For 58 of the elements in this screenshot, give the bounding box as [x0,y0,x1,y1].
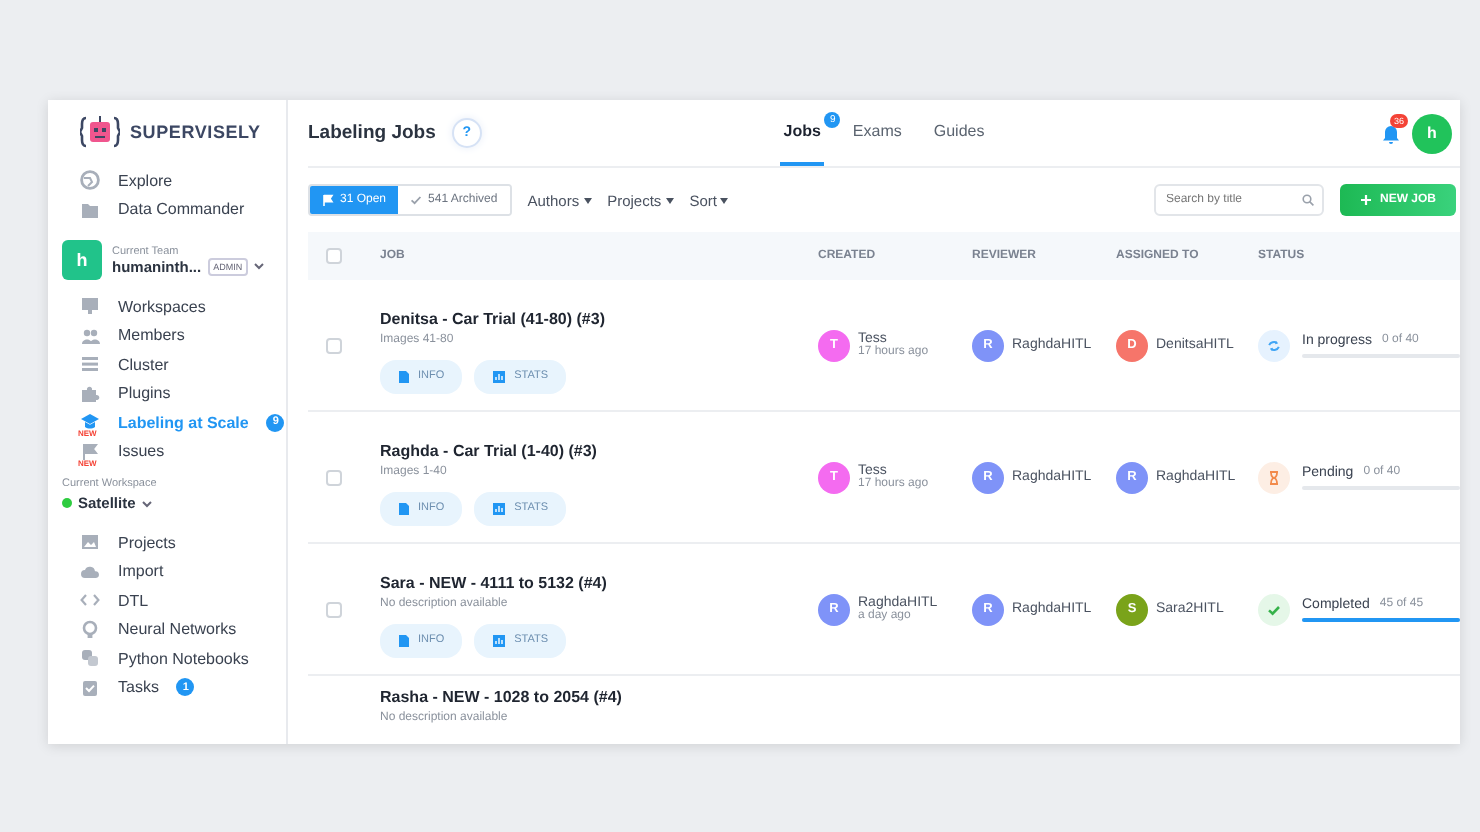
monitor-icon [80,296,100,317]
job-title[interactable]: Sara - NEW - 4111 to 5132 (#4) [380,573,607,591]
clipboard-icon [80,677,100,698]
sidebar-item[interactable]: Data Commander [48,195,286,224]
sidebar-item[interactable]: Cluster [48,350,286,379]
sync-icon [1264,335,1284,355]
hourglass-icon [1264,467,1284,487]
sidebar-item[interactable]: DTL [48,586,286,615]
sidebar-item[interactable]: Python Notebooks [48,644,286,673]
caret-down-icon [583,197,592,203]
team-avatar: h [62,240,102,280]
caret-down-icon [665,197,674,203]
sidebar-item[interactable]: Import [48,557,286,586]
search-icon [1301,194,1314,206]
people-icon [80,325,100,346]
sidebar-item[interactable]: Explore [48,166,286,195]
logo-text: SUPERVISELY [130,122,261,142]
status-dot [62,498,72,508]
caret-down-icon[interactable] [141,499,152,507]
puzzle-icon [80,383,100,404]
document-icon [398,633,410,647]
cloud-icon [80,561,100,582]
code-icon [80,590,100,611]
select-all-checkbox[interactable] [326,248,342,264]
flag-icon [322,194,334,206]
globe-icon [80,170,100,191]
document-icon [398,369,410,383]
tab[interactable]: Guides [929,100,989,166]
check-icon [410,194,423,206]
row-checkbox[interactable] [326,601,342,617]
folder-icon [80,199,100,220]
squares-icon [80,648,100,669]
chart-icon [492,369,507,383]
caret-down-icon [720,197,729,203]
sidebar-item[interactable]: Members [48,321,286,350]
caret-down-icon[interactable] [254,262,265,270]
row-checkbox[interactable] [326,469,342,485]
sidebar-item[interactable]: Workspaces [48,292,286,321]
job-title[interactable]: Rasha - NEW - 1028 to 2054 (#4) [380,688,622,706]
bulb-icon [80,619,100,640]
tab[interactable]: Exams [848,100,906,166]
sidebar-item[interactable]: Plugins [48,379,286,408]
robot-logo-icon [80,114,120,150]
chart-icon [492,633,507,647]
document-icon [398,501,410,515]
job-title[interactable]: Denitsa - Car Trial (41-80) (#3) [380,309,605,327]
sidebar-item[interactable]: Neural Networks [48,615,286,644]
list-icon [80,354,100,375]
chart-icon [492,501,507,515]
row-checkbox[interactable] [326,337,342,353]
plus-icon [1359,194,1372,206]
job-title[interactable]: Raghda - Car Trial (1-40) (#3) [380,441,597,459]
graduation-cap-icon [80,412,100,433]
bell-icon[interactable] [1382,123,1400,143]
page-title: Labeling Jobs [308,122,436,144]
image-icon [80,532,100,553]
sidebar-item[interactable]: Projects [48,528,286,557]
flag-icon [80,441,100,462]
